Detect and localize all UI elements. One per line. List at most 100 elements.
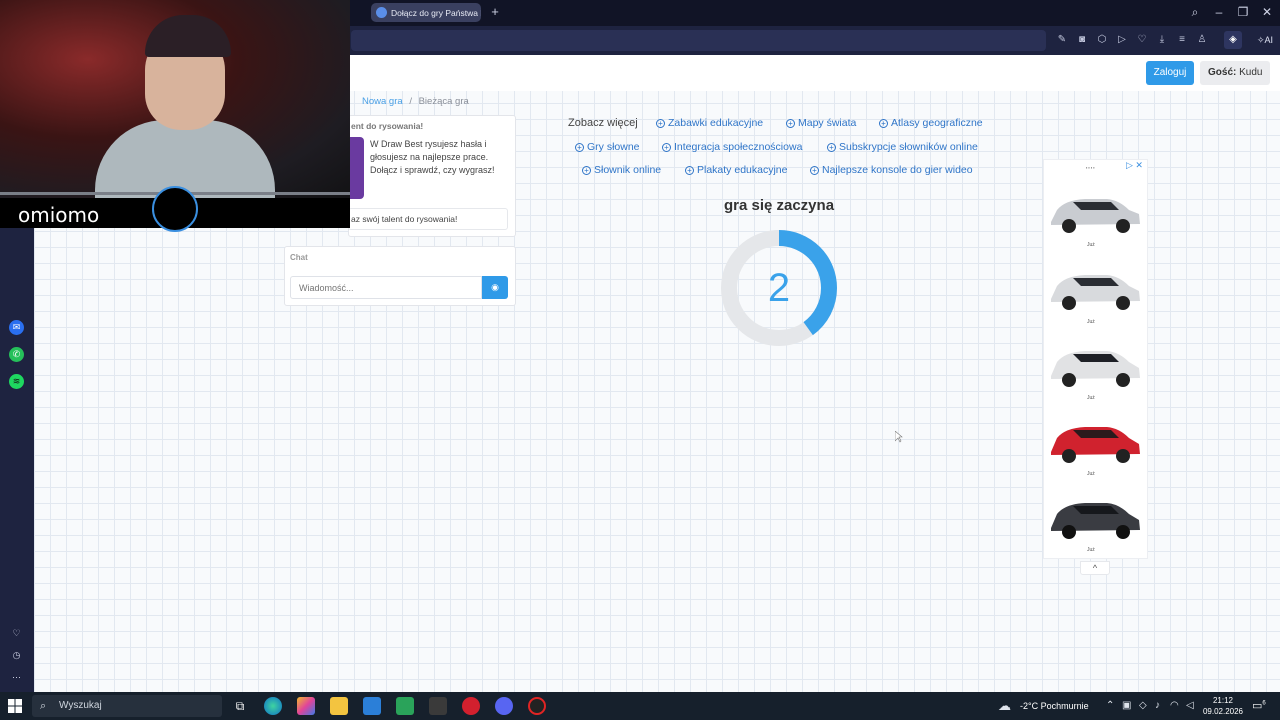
weather-widget[interactable]: -2°C Pochmurnie — [1020, 701, 1089, 711]
plus-icon: + — [827, 143, 836, 152]
car-image[interactable] — [1045, 494, 1145, 542]
car-image[interactable] — [1045, 342, 1145, 390]
car-label: Już — [1087, 471, 1095, 477]
car-label: Już — [1087, 242, 1095, 248]
heart-icon[interactable]: ♡ — [9, 626, 24, 641]
more-icon[interactable]: ⋯ — [9, 670, 24, 685]
extension-icon[interactable]: ◈ — [1224, 31, 1242, 49]
ad-collapse-button[interactable]: ^ — [1080, 561, 1110, 575]
microphone-icon[interactable]: ♪ — [1155, 700, 1160, 711]
tag-link[interactable]: + Gry słowne — [575, 141, 640, 153]
tag-label: Atlasy geograficzne — [891, 117, 983, 129]
close-button[interactable]: ✕ — [1257, 4, 1277, 20]
heart-icon[interactable]: ♡ — [1135, 33, 1149, 47]
edit-icon[interactable]: ✎ — [1055, 33, 1069, 47]
spotify-icon[interactable]: ≋ — [9, 374, 24, 389]
restore-button[interactable]: ❐ — [1233, 4, 1253, 20]
taskbar-search[interactable]: Wyszukaj — [32, 695, 222, 717]
guest-prefix: Gość: — [1208, 67, 1237, 78]
car-image[interactable] — [1045, 418, 1145, 466]
play-icon[interactable]: ▷ — [1115, 33, 1129, 47]
tag-link[interactable]: + Atlasy geograficzne — [879, 117, 983, 129]
tag-label: Najlepsze konsole do gier wideo — [822, 164, 973, 176]
whatsapp-icon[interactable]: ✆ — [9, 347, 24, 362]
windows-start-icon[interactable] — [8, 699, 22, 713]
chevron-up-icon[interactable]: ⌃ — [1106, 700, 1114, 711]
webcam-person — [95, 120, 275, 198]
streamer-name: omiomo — [18, 203, 100, 227]
tag-link[interactable]: + Subskrypcje słowników online — [827, 141, 978, 153]
camera-icon[interactable]: ◙ — [1075, 33, 1089, 47]
chat-message-input[interactable] — [290, 276, 482, 299]
copilot-icon[interactable] — [297, 697, 315, 715]
avatar-ring — [152, 186, 198, 232]
shield-icon[interactable]: ⬡ — [1095, 33, 1109, 47]
tag-label: Integracja społecznościowa — [674, 141, 803, 153]
minecraft-icon[interactable] — [429, 697, 447, 715]
network-icon[interactable]: ◇ — [1139, 700, 1147, 711]
ai-button[interactable]: ✧AI — [1253, 31, 1277, 49]
weather-cloud-icon[interactable]: ☁ — [998, 698, 1011, 714]
sparkle-icon: ✧ — [1256, 35, 1265, 45]
notification-icon[interactable]: ▭6 — [1252, 699, 1266, 712]
wifi-icon[interactable]: ◠ — [1170, 700, 1179, 711]
tab-title: Dołącz do gry Państwa M — [391, 7, 481, 18]
mouse-cursor-icon — [895, 431, 903, 443]
task-view-icon[interactable]: ⧉ — [231, 697, 249, 715]
login-button[interactable]: Zaloguj — [1146, 61, 1194, 85]
guest-badge[interactable]: Gość: Kudu — [1200, 61, 1270, 85]
mail-icon[interactable] — [363, 697, 381, 715]
tag-link[interactable]: + Mapy świata — [786, 117, 856, 129]
clock[interactable]: 21:12 09.02.2026 — [1200, 695, 1246, 717]
game-status: gra się zaczyna — [723, 197, 835, 214]
car-image[interactable] — [1045, 265, 1145, 313]
device-icon[interactable]: ▣ — [1122, 700, 1131, 711]
volume-icon[interactable]: ◁ — [1186, 700, 1194, 711]
search-icon[interactable]: ⌕ — [1185, 4, 1205, 20]
ad-close-icon[interactable]: ▷ ✕ — [1126, 160, 1143, 171]
tag-label: Słownik online — [594, 164, 662, 176]
weather-temp: -2°C — [1020, 701, 1039, 711]
store-icon[interactable] — [396, 697, 414, 715]
minimize-button[interactable]: – — [1209, 4, 1229, 20]
game-banner-image — [348, 137, 364, 199]
file-explorer-icon[interactable] — [330, 697, 348, 715]
edge-icon[interactable] — [264, 697, 282, 715]
car-image[interactable] — [1045, 188, 1145, 236]
tag-link[interactable]: + Najlepsze konsole do gier wideo — [810, 164, 973, 176]
webcam-overlay — [0, 0, 350, 198]
info-heading: ent do rysowania! — [351, 121, 424, 131]
tag-label: Subskrypcje słowników online — [839, 141, 978, 153]
breadcrumb-new-game[interactable]: Nowa gra — [362, 96, 403, 107]
tag-link[interactable]: + Plakaty edukacyjne — [685, 164, 787, 176]
tag-link[interactable]: + Zabawki edukacyjne — [656, 117, 763, 129]
plus-icon: + — [786, 119, 795, 128]
car-label: Już — [1087, 319, 1095, 325]
tag-link[interactable]: + Słownik online — [582, 164, 661, 176]
discord-icon[interactable] — [495, 697, 513, 715]
menu-icon[interactable]: ≡ — [1175, 33, 1189, 47]
breadcrumb: Nowa gra / Bieżąca gra — [362, 96, 469, 107]
search-icon: ⌕ — [40, 700, 47, 712]
address-bar[interactable] — [351, 30, 1046, 51]
clock-date: 09.02.2026 — [1202, 707, 1244, 716]
chat-bubble-icon: ◉ — [491, 282, 499, 292]
plus-icon: + — [879, 119, 888, 128]
user-icon[interactable]: ♙ — [1195, 33, 1209, 47]
tag-link[interactable]: + Integracja społecznościowa — [662, 141, 802, 153]
chat-send-button[interactable]: ◉ — [482, 276, 508, 299]
opera-icon[interactable] — [462, 697, 480, 715]
messenger-icon[interactable]: ✉ — [9, 320, 24, 335]
download-icon[interactable]: ⤓ — [1155, 33, 1169, 47]
clock-time: 21:12 — [1212, 696, 1234, 705]
plus-icon: + — [685, 166, 694, 175]
browser-tab[interactable]: Dołącz do gry Państwa M — [371, 3, 481, 22]
new-tab-button[interactable]: + — [488, 5, 502, 19]
obs-icon[interactable] — [528, 697, 546, 715]
car-label: Już — [1087, 547, 1095, 553]
talent-box: az swój talent do rysowania! — [348, 208, 508, 230]
car-label: Już — [1087, 395, 1095, 401]
tag-label: Gry słowne — [587, 141, 640, 153]
webcam-person-cap — [145, 15, 231, 57]
clock-icon[interactable]: ◷ — [9, 648, 24, 663]
